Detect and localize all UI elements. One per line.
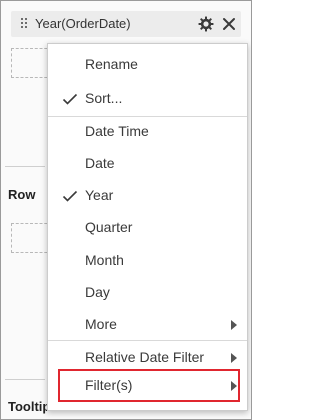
menu-item-label: Date — [85, 155, 115, 171]
check-icon — [62, 93, 78, 105]
menu-item-date[interactable]: Date — [48, 148, 247, 180]
tooltip-section-label: Tooltip — [8, 399, 51, 414]
divider — [5, 166, 45, 167]
menu-item-label: Relative Date Filter — [85, 349, 205, 365]
field-header[interactable]: Year(OrderDate) — [11, 11, 241, 37]
check-icon — [62, 190, 78, 202]
menu-item-label: Month — [85, 252, 124, 268]
menu-item-label: Day — [85, 284, 110, 300]
menu-item-label: Rename — [85, 56, 138, 72]
menu-item-label: Quarter — [85, 219, 133, 235]
menu-item-year[interactable]: Year — [48, 180, 247, 212]
menu-item-label: Sort... — [85, 90, 123, 106]
menu-item-filters[interactable]: Filter(s) — [48, 370, 247, 402]
row-section-label: Row — [8, 187, 36, 202]
field-panel: Year(OrderDate) Row Tooltip Rename Sort.… — [0, 0, 252, 420]
menu-item-quarter[interactable]: Quarter — [48, 212, 247, 244]
menu-separator — [48, 340, 247, 341]
menu-item-date-time[interactable]: Date Time — [48, 116, 247, 148]
menu-item-sort[interactable]: Sort... — [48, 83, 247, 115]
menu-item-day[interactable]: Day — [48, 277, 247, 309]
close-icon[interactable] — [221, 16, 237, 32]
gear-icon[interactable] — [198, 16, 214, 32]
menu-item-month[interactable]: Month — [48, 245, 247, 277]
caret-right-icon — [231, 381, 237, 391]
caret-right-icon — [231, 320, 237, 330]
field-context-menu: Rename Sort... Date Time Date Year Quart… — [47, 43, 248, 411]
menu-item-rename[interactable]: Rename — [48, 49, 247, 81]
menu-item-label: Filter(s) — [85, 377, 133, 393]
menu-item-label: Date Time — [85, 123, 149, 139]
menu-item-label: More — [85, 316, 117, 332]
divider — [5, 379, 45, 380]
row-drop-zone — [11, 223, 52, 253]
drop-zone — [11, 48, 52, 78]
menu-item-label: Year — [85, 187, 114, 203]
field-label: Year(OrderDate) — [35, 16, 131, 31]
caret-right-icon — [231, 353, 237, 363]
menu-item-more[interactable]: More — [48, 309, 247, 341]
